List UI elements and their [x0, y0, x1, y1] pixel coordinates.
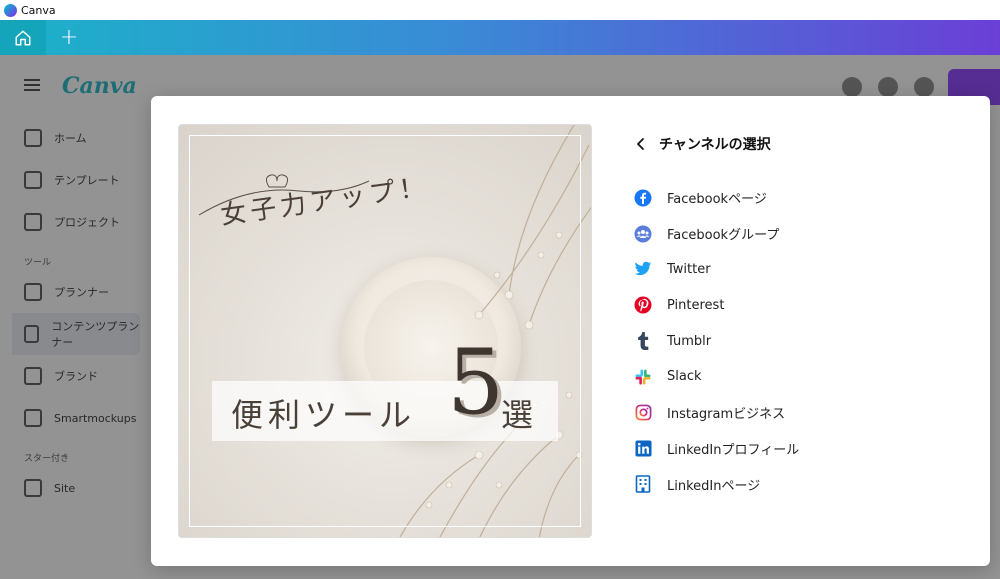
chevron-left-icon — [637, 138, 644, 150]
back-button[interactable] — [629, 132, 653, 156]
channel-list: Facebookページ Facebookグループ Twitter Pintere… — [633, 180, 953, 502]
channel-twitter[interactable]: Twitter — [633, 252, 953, 288]
channel-tumblr[interactable]: Tumblr — [633, 323, 953, 359]
plus-icon: + — [59, 25, 79, 50]
window-title: Canva — [21, 3, 56, 17]
home-tab[interactable] — [0, 20, 46, 55]
channel-label: LinkedInプロフィール — [667, 442, 800, 458]
tab-bar: + — [0, 20, 1000, 55]
twitter-icon — [633, 259, 653, 279]
channel-label: Facebookページ — [667, 192, 767, 208]
channel-instagram-business[interactable]: Instagramビジネス — [633, 395, 953, 431]
channel-pinterest[interactable]: Pinterest — [633, 287, 953, 323]
channel-label: LinkedInページ — [667, 478, 761, 494]
channel-label: Tumblr — [667, 333, 712, 349]
panel-header: チャンネルの選択 — [629, 132, 771, 156]
linkedin-page-icon — [633, 474, 653, 494]
home-icon — [15, 30, 31, 45]
instagram-icon — [633, 403, 653, 423]
pinterest-icon — [633, 295, 653, 315]
facebook-icon — [633, 188, 653, 208]
new-tab-button[interactable]: + — [46, 20, 92, 55]
channel-linkedin-page[interactable]: LinkedInページ — [633, 466, 953, 502]
channel-label: Twitter — [667, 261, 711, 277]
linkedin-icon — [633, 438, 653, 458]
design-big-number: 5 — [447, 330, 505, 435]
design-preview: 女子力アップ！ 便利ツール 5 選 — [178, 124, 592, 538]
share-to-channel-dialog: 女子力アップ！ 便利ツール 5 選 チャンネルの選択 Facebookページ F… — [151, 96, 990, 566]
canva-app-icon — [4, 3, 17, 17]
facebook-group-icon — [633, 224, 653, 244]
slack-icon — [633, 367, 653, 387]
channel-label: Pinterest — [667, 297, 725, 313]
tumblr-icon — [633, 331, 653, 351]
channel-label: Instagramビジネス — [667, 407, 786, 423]
channel-label: Slack — [667, 369, 702, 385]
design-title-suffix: 選 — [501, 396, 534, 434]
channel-facebook-page[interactable]: Facebookページ — [633, 180, 953, 216]
panel-title: チャンネルの選択 — [659, 137, 771, 153]
channel-slack[interactable]: Slack — [633, 359, 953, 395]
design-title: 便利ツール — [231, 396, 417, 434]
window-titlebar: Canva — [0, 0, 1000, 20]
channel-facebook-group[interactable]: Facebookグループ — [633, 216, 953, 252]
channel-linkedin-profile[interactable]: LinkedInプロフィール — [633, 431, 953, 467]
channel-label: Facebookグループ — [667, 228, 780, 244]
